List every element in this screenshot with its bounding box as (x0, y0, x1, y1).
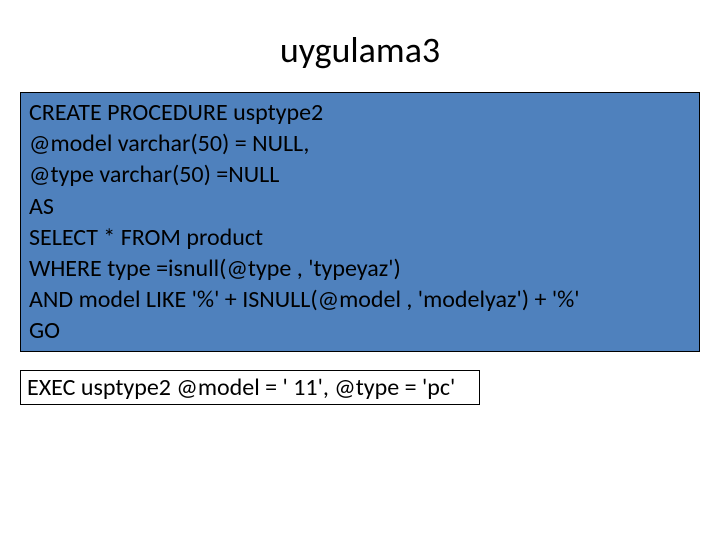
exec-block: EXEC usptype2 @model = ' 11', @type = 'p… (20, 370, 480, 405)
code-line: @type varchar(50) =NULL (29, 159, 691, 190)
code-line: CREATE PROCEDURE usptype2 (29, 97, 691, 128)
code-block: CREATE PROCEDURE usptype2 @model varchar… (20, 92, 700, 352)
code-line: WHERE type =isnull(@type , 'typeyaz') (29, 253, 691, 284)
code-line: AND model LIKE '%' + ISNULL(@model , 'mo… (29, 284, 691, 315)
slide-title: uygulama3 (0, 0, 720, 92)
code-line: @model varchar(50) = NULL, (29, 128, 691, 159)
code-line: GO (29, 315, 691, 346)
code-line: SELECT * FROM product (29, 222, 691, 253)
code-line: AS (29, 191, 691, 222)
